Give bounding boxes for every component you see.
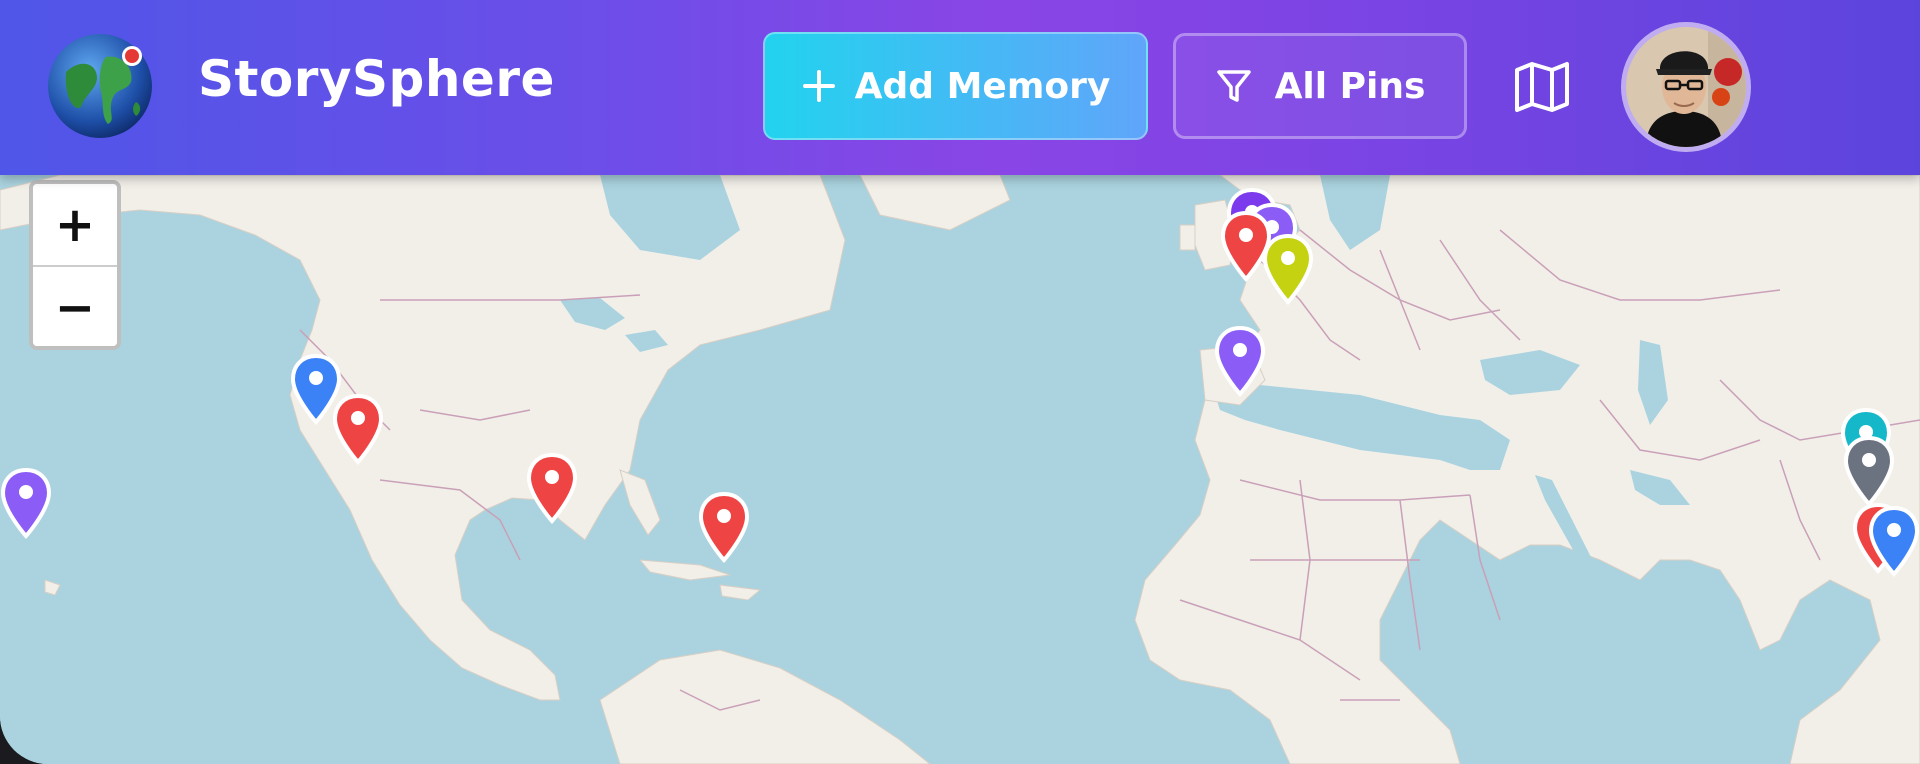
add-memory-button[interactable]: Add Memory [763,32,1148,140]
map-pin[interactable] [0,468,52,540]
avatar-photo [1626,27,1746,147]
globe-logo-icon [48,34,152,138]
map-pin[interactable] [1214,326,1266,398]
world-map[interactable]: + − [0,175,1920,764]
map-pin[interactable] [1262,234,1314,306]
map-pin[interactable] [1843,436,1895,508]
zoom-control: + − [29,180,121,350]
map-pin[interactable] [332,394,384,466]
app-header: StorySphere Add Memory All Pins [0,0,1920,175]
add-memory-label: Add Memory [854,65,1111,107]
zoom-in-button[interactable]: + [33,184,117,267]
map-view-button[interactable] [1504,54,1580,120]
map-pin[interactable] [698,492,750,564]
map-pin[interactable] [1868,506,1920,578]
map-icon [1515,62,1569,112]
zoom-out-button[interactable]: − [33,267,117,346]
plus-icon [802,70,835,102]
pin-filter-label: All Pins [1274,65,1426,107]
filter-icon [1216,70,1251,102]
app-title: StorySphere [198,50,555,108]
map-pin[interactable] [526,453,578,525]
app-window: + − StorySphere Add Memory All Pins [0,0,1920,764]
pin-filter-button[interactable]: All Pins [1173,33,1467,139]
user-avatar[interactable] [1621,22,1751,152]
map-tiles [0,175,1920,764]
